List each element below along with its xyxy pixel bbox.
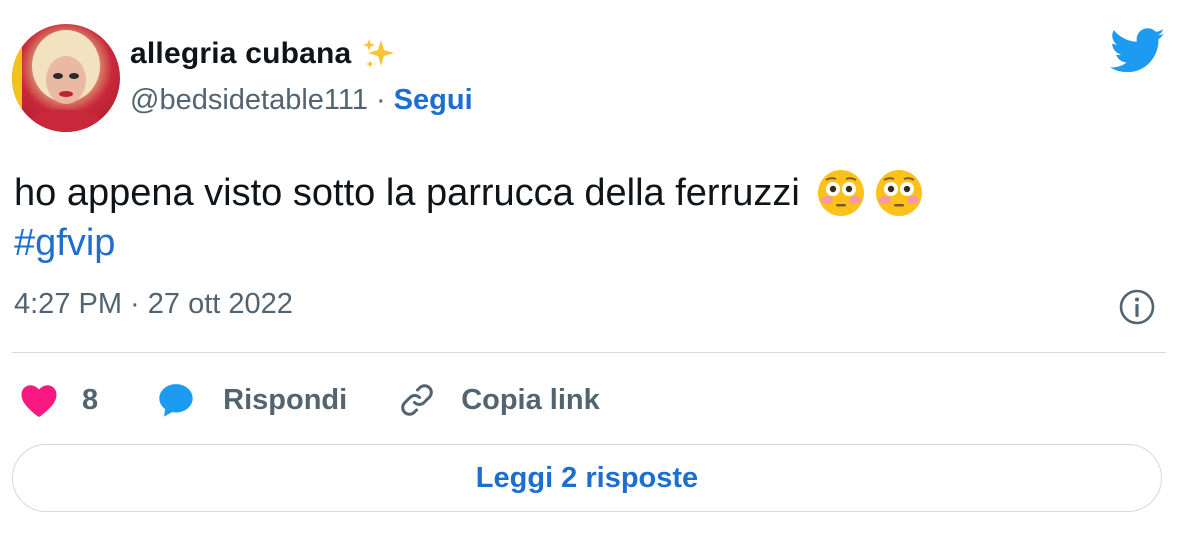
like-button[interactable]: 8 (18, 379, 98, 421)
twitter-bird-icon[interactable] (1110, 28, 1166, 74)
sparkles-icon (363, 39, 395, 68)
avatar[interactable] (12, 24, 120, 132)
read-replies-button[interactable]: Leggi 2 risposte (12, 444, 1162, 512)
tweet-card: allegria cubana @bedsidetable111 · Segui… (0, 0, 1200, 552)
handle-separator: · (376, 84, 386, 116)
link-icon (401, 384, 433, 416)
meta-separator: · (122, 288, 148, 320)
divider (12, 352, 1166, 353)
tweet-text: ho appena visto sotto la parrucca della … (14, 171, 800, 214)
action-bar: 8 Rispondi Copia link (18, 378, 600, 422)
follow-button[interactable]: Segui (394, 84, 473, 117)
flushed-face-icon (875, 170, 922, 216)
copy-link-button[interactable]: Copia link (347, 380, 600, 420)
tweet-time: 4:27 PM (14, 288, 122, 320)
flushed-face-icon (817, 170, 864, 216)
tweet-text-line: ho appena visto sotto la parrucca della … (14, 168, 924, 218)
reply-label: Rispondi (223, 383, 348, 416)
author-handle-row: @bedsidetable111 · Segui (130, 84, 473, 117)
info-icon[interactable] (1118, 288, 1156, 326)
speech-bubble-icon (159, 384, 193, 417)
author-handle[interactable]: @bedsidetable111 (130, 84, 368, 117)
hashtag-link[interactable]: #gfvip (14, 222, 115, 265)
tweet-date: 27 ott 2022 (147, 288, 293, 320)
reply-button[interactable]: Rispondi (98, 380, 347, 420)
copy-link-label: Copia link (461, 383, 600, 416)
like-count: 8 (82, 383, 99, 416)
timestamp[interactable]: 4:27 PM · 27 ott 2022 (14, 288, 293, 321)
author-name[interactable]: allegria cubana (130, 37, 351, 71)
heart-icon (21, 385, 57, 417)
author-name-row: allegria cubana (130, 36, 397, 72)
